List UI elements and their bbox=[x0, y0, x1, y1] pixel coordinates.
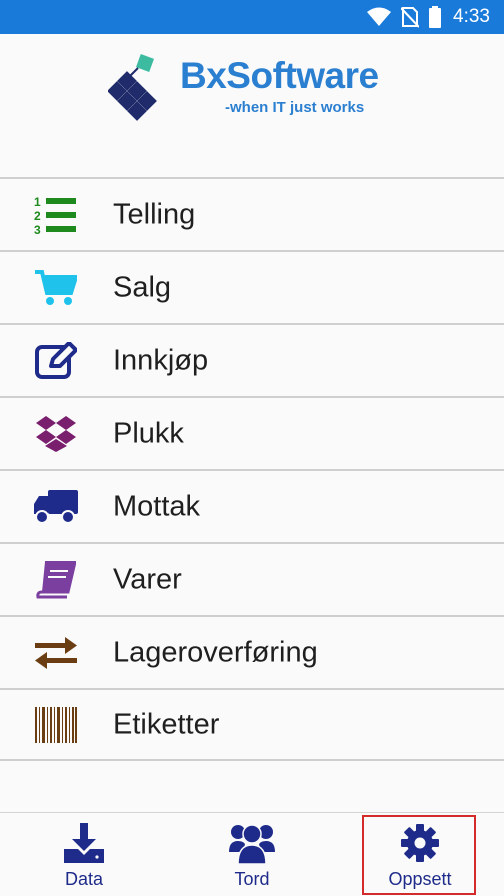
svg-text:2: 2 bbox=[34, 209, 41, 223]
logo-mark-icon bbox=[108, 54, 157, 121]
menu-item-label: Mottak bbox=[113, 490, 201, 522]
dropbox-icon bbox=[34, 412, 78, 456]
menu-item-telling[interactable]: 1 2 3 Telling bbox=[0, 177, 504, 250]
wifi-icon bbox=[367, 7, 392, 26]
menu-item-label: Lageroverføring bbox=[113, 636, 318, 668]
status-bar: 4:33 bbox=[0, 0, 504, 34]
menu-item-etiketter[interactable]: Etiketter bbox=[0, 688, 504, 761]
book-icon bbox=[34, 558, 78, 602]
truck-icon bbox=[34, 485, 78, 529]
nav-oppsett-button[interactable]: Oppsett bbox=[336, 813, 504, 896]
menu-item-plukk[interactable]: Plukk bbox=[0, 396, 504, 469]
main-menu: 1 2 3 Telling Salg Innkjøp Plukk Mottak … bbox=[0, 177, 504, 761]
menu-item-label: Varer bbox=[113, 563, 182, 595]
nav-label: Oppsett bbox=[388, 869, 452, 889]
svg-text:1: 1 bbox=[34, 195, 41, 209]
menu-item-lageroverforing[interactable]: Lageroverføring bbox=[0, 615, 504, 688]
nav-label: Tord bbox=[234, 869, 270, 889]
menu-item-label: Plukk bbox=[113, 417, 184, 449]
clock: 4:33 bbox=[453, 6, 490, 27]
header: BxSoftware -when IT just works bbox=[0, 34, 504, 178]
nav-label: Data bbox=[64, 869, 104, 889]
no-sim-icon bbox=[401, 7, 420, 28]
brand-tagline: -when IT just works bbox=[225, 99, 365, 116]
svg-text:3: 3 bbox=[34, 223, 41, 235]
bxsoftware-logo: BxSoftware -when IT just works bbox=[108, 52, 398, 122]
download-icon bbox=[64, 821, 104, 865]
users-icon bbox=[229, 821, 275, 865]
brand-name: BxSoftware bbox=[180, 55, 379, 96]
menu-item-label: Etiketter bbox=[113, 708, 220, 740]
numbered-list-icon: 1 2 3 bbox=[34, 193, 78, 237]
shopping-cart-icon bbox=[34, 266, 78, 310]
menu-item-label: Salg bbox=[113, 271, 172, 303]
gear-icon bbox=[401, 821, 439, 865]
menu-item-mottak[interactable]: Mottak bbox=[0, 469, 504, 542]
menu-item-label: Innkjøp bbox=[113, 344, 209, 376]
exchange-icon bbox=[34, 631, 78, 675]
nav-tord-button[interactable]: Tord bbox=[168, 813, 336, 896]
menu-item-label: Telling bbox=[113, 198, 196, 230]
menu-item-salg[interactable]: Salg bbox=[0, 250, 504, 323]
barcode-icon bbox=[34, 703, 78, 747]
menu-item-varer[interactable]: Varer bbox=[0, 542, 504, 615]
edit-icon bbox=[34, 339, 78, 383]
bottom-nav: Data Tord Oppsett bbox=[0, 812, 504, 896]
battery-icon bbox=[429, 6, 442, 28]
menu-item-innkjop[interactable]: Innkjøp bbox=[0, 323, 504, 396]
nav-data-button[interactable]: Data bbox=[0, 813, 168, 896]
